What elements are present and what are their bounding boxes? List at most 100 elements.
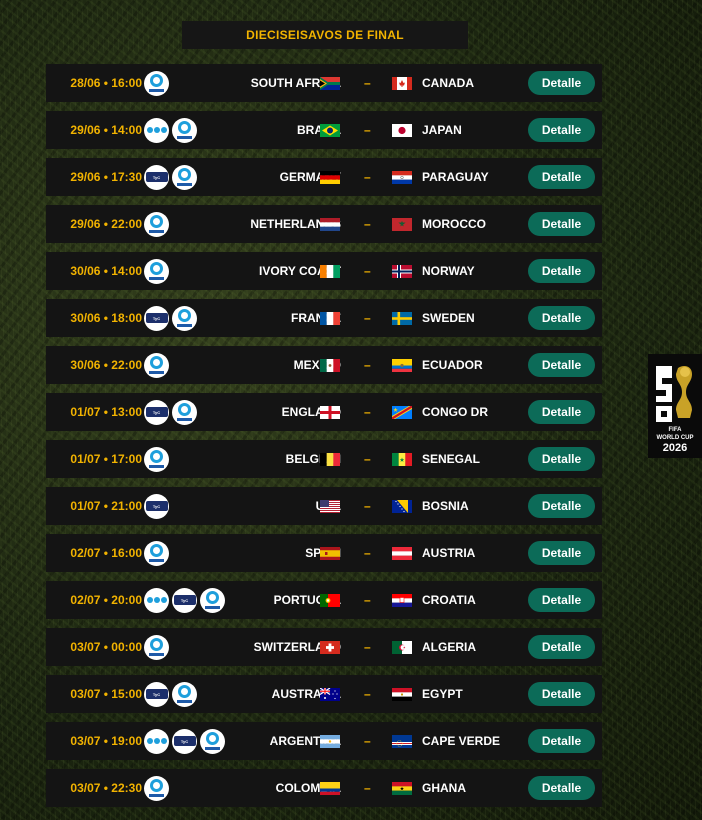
match-datetime: 02/07 • 16:00: [70, 546, 142, 560]
versus-separator: –: [364, 170, 371, 184]
away-team-name: NORWAY: [422, 264, 475, 278]
world-cup-trophy-icon: [656, 366, 692, 422]
home-team-flag-icon: [320, 593, 340, 607]
detail-button[interactable]: Detalle: [528, 729, 595, 753]
match-datetime: 01/07 • 13:00: [70, 405, 142, 419]
home-team-flag-icon: [320, 311, 340, 325]
match-row: 03/07 • 00:00 SWITZERLAND – ALGERIA Deta…: [46, 628, 602, 666]
detail-button[interactable]: Detalle: [528, 588, 595, 612]
tyc-sports-logo-icon: TyC: [172, 728, 197, 754]
dsports-logo-icon: [144, 70, 169, 96]
away-team-name: ECUADOR: [422, 358, 483, 372]
match-datetime: 03/07 • 22:30: [70, 781, 142, 795]
detail-button[interactable]: Detalle: [528, 165, 595, 189]
dsports-logo-icon: [200, 587, 225, 613]
detail-button[interactable]: Detalle: [528, 447, 595, 471]
match-row: 30/06 • 14:00 IVORY COAST – NORWAY Detal…: [46, 252, 602, 290]
match-row: 01/07 • 13:00 TyC ENGLAND – CONGO DR Det…: [46, 393, 602, 431]
tyc-sports-logo-icon: TyC: [172, 587, 197, 613]
detail-button[interactable]: Detalle: [528, 259, 595, 283]
match-row: 29/06 • 17:30 TyC GERMANY – PARAGUAY Det…: [46, 158, 602, 196]
dsports-logo-icon: [172, 164, 197, 190]
detail-button[interactable]: Detalle: [528, 118, 595, 142]
home-team-flag-icon: [320, 405, 340, 419]
stage-title: DIECISEISAVOS DE FINAL: [182, 21, 468, 49]
match-row: 30/06 • 22:00 MEXICO – ECUADOR Detalle: [46, 346, 602, 384]
broadcast-channels: [144, 70, 169, 96]
away-team-name: SWEDEN: [422, 311, 475, 325]
away-team-name: SENEGAL: [422, 452, 481, 466]
dsports-logo-icon: [172, 305, 197, 331]
detail-button[interactable]: Detalle: [528, 212, 595, 236]
match-datetime: 28/06 • 16:00: [70, 76, 142, 90]
away-team-name: AUSTRIA: [422, 546, 476, 560]
broadcast-channels: [144, 211, 169, 237]
away-team-flag-icon: [392, 499, 412, 513]
versus-separator: –: [364, 640, 371, 654]
tyc-sports-logo-icon: TyC: [144, 164, 169, 190]
detail-button[interactable]: Detalle: [528, 776, 595, 800]
away-team-name: ALGERIA: [422, 640, 476, 654]
detail-button[interactable]: Detalle: [528, 494, 595, 518]
detail-button[interactable]: Detalle: [528, 71, 595, 95]
match-datetime: 03/07 • 00:00: [70, 640, 142, 654]
telefe-logo-icon: [144, 587, 169, 613]
away-team-flag-icon: [392, 452, 412, 466]
dsports-logo-icon: [144, 258, 169, 284]
detail-button[interactable]: Detalle: [528, 306, 595, 330]
home-team-flag-icon: [320, 687, 340, 701]
match-datetime: 29/06 • 17:30: [70, 170, 142, 184]
tyc-sports-logo-icon: TyC: [144, 493, 169, 519]
away-team-name: CAPE VERDE: [422, 734, 501, 748]
brand-year: 2026: [662, 442, 688, 454]
away-team-flag-icon: [392, 123, 412, 137]
away-team-flag-icon: [392, 640, 412, 654]
away-team-name: MOROCCO: [422, 217, 486, 231]
broadcast-channels: TyC: [144, 728, 225, 754]
detail-button[interactable]: Detalle: [528, 541, 595, 565]
away-team-flag-icon: [392, 687, 412, 701]
dsports-logo-icon: [200, 728, 225, 754]
versus-separator: –: [364, 687, 371, 701]
detail-button[interactable]: Detalle: [528, 682, 595, 706]
match-row: 30/06 • 18:00 TyC FRANCE – SWEDEN Detall…: [46, 299, 602, 337]
versus-separator: –: [364, 217, 371, 231]
detail-button[interactable]: Detalle: [528, 635, 595, 659]
match-datetime: 02/07 • 20:00: [70, 593, 142, 607]
dsports-logo-icon: [172, 399, 197, 425]
telefe-logo-icon: [144, 117, 169, 143]
versus-separator: –: [364, 405, 371, 419]
broadcast-channels: [144, 540, 169, 566]
match-row: 29/06 • 14:00 BRAZIL – JAPAN Detalle: [46, 111, 602, 149]
match-row: 29/06 • 22:00 NETHERLANDS – MOROCCO Deta…: [46, 205, 602, 243]
away-team-name: CROATIA: [422, 593, 476, 607]
match-datetime: 30/06 • 22:00: [70, 358, 142, 372]
away-team-name: CONGO DR: [422, 405, 488, 419]
match-row: 03/07 • 19:00 TyC ARGENTINA – CAPE VERDE…: [46, 722, 602, 760]
detail-button[interactable]: Detalle: [528, 400, 595, 424]
broadcast-channels: [144, 775, 169, 801]
away-team-flag-icon: [392, 264, 412, 278]
match-datetime: 03/07 • 15:00: [70, 687, 142, 701]
detail-button[interactable]: Detalle: [528, 353, 595, 377]
match-datetime: 03/07 • 19:00: [70, 734, 142, 748]
dsports-logo-icon: [172, 117, 197, 143]
broadcast-channels: TyC: [144, 399, 197, 425]
broadcast-channels: [144, 352, 169, 378]
versus-separator: –: [364, 311, 371, 325]
broadcast-channels: [144, 446, 169, 472]
broadcast-channels: TyC: [144, 305, 197, 331]
match-datetime: 29/06 • 14:00: [70, 123, 142, 137]
broadcast-channels: [144, 634, 169, 660]
world-cup-logo: FIFA WORLD CUP 2026: [648, 354, 702, 458]
match-datetime: 01/07 • 17:00: [70, 452, 142, 466]
away-team-name: BOSNIA: [422, 499, 469, 513]
versus-separator: –: [364, 499, 371, 513]
broadcast-channels: TyC: [144, 681, 197, 707]
dsports-logo-icon: [144, 540, 169, 566]
away-team-name: CANADA: [422, 76, 474, 90]
home-team-flag-icon: [320, 734, 340, 748]
dsports-logo-icon: [144, 446, 169, 472]
match-row: 02/07 • 20:00 TyC PORTUGAL – CROATIA Det…: [46, 581, 602, 619]
versus-separator: –: [364, 123, 371, 137]
